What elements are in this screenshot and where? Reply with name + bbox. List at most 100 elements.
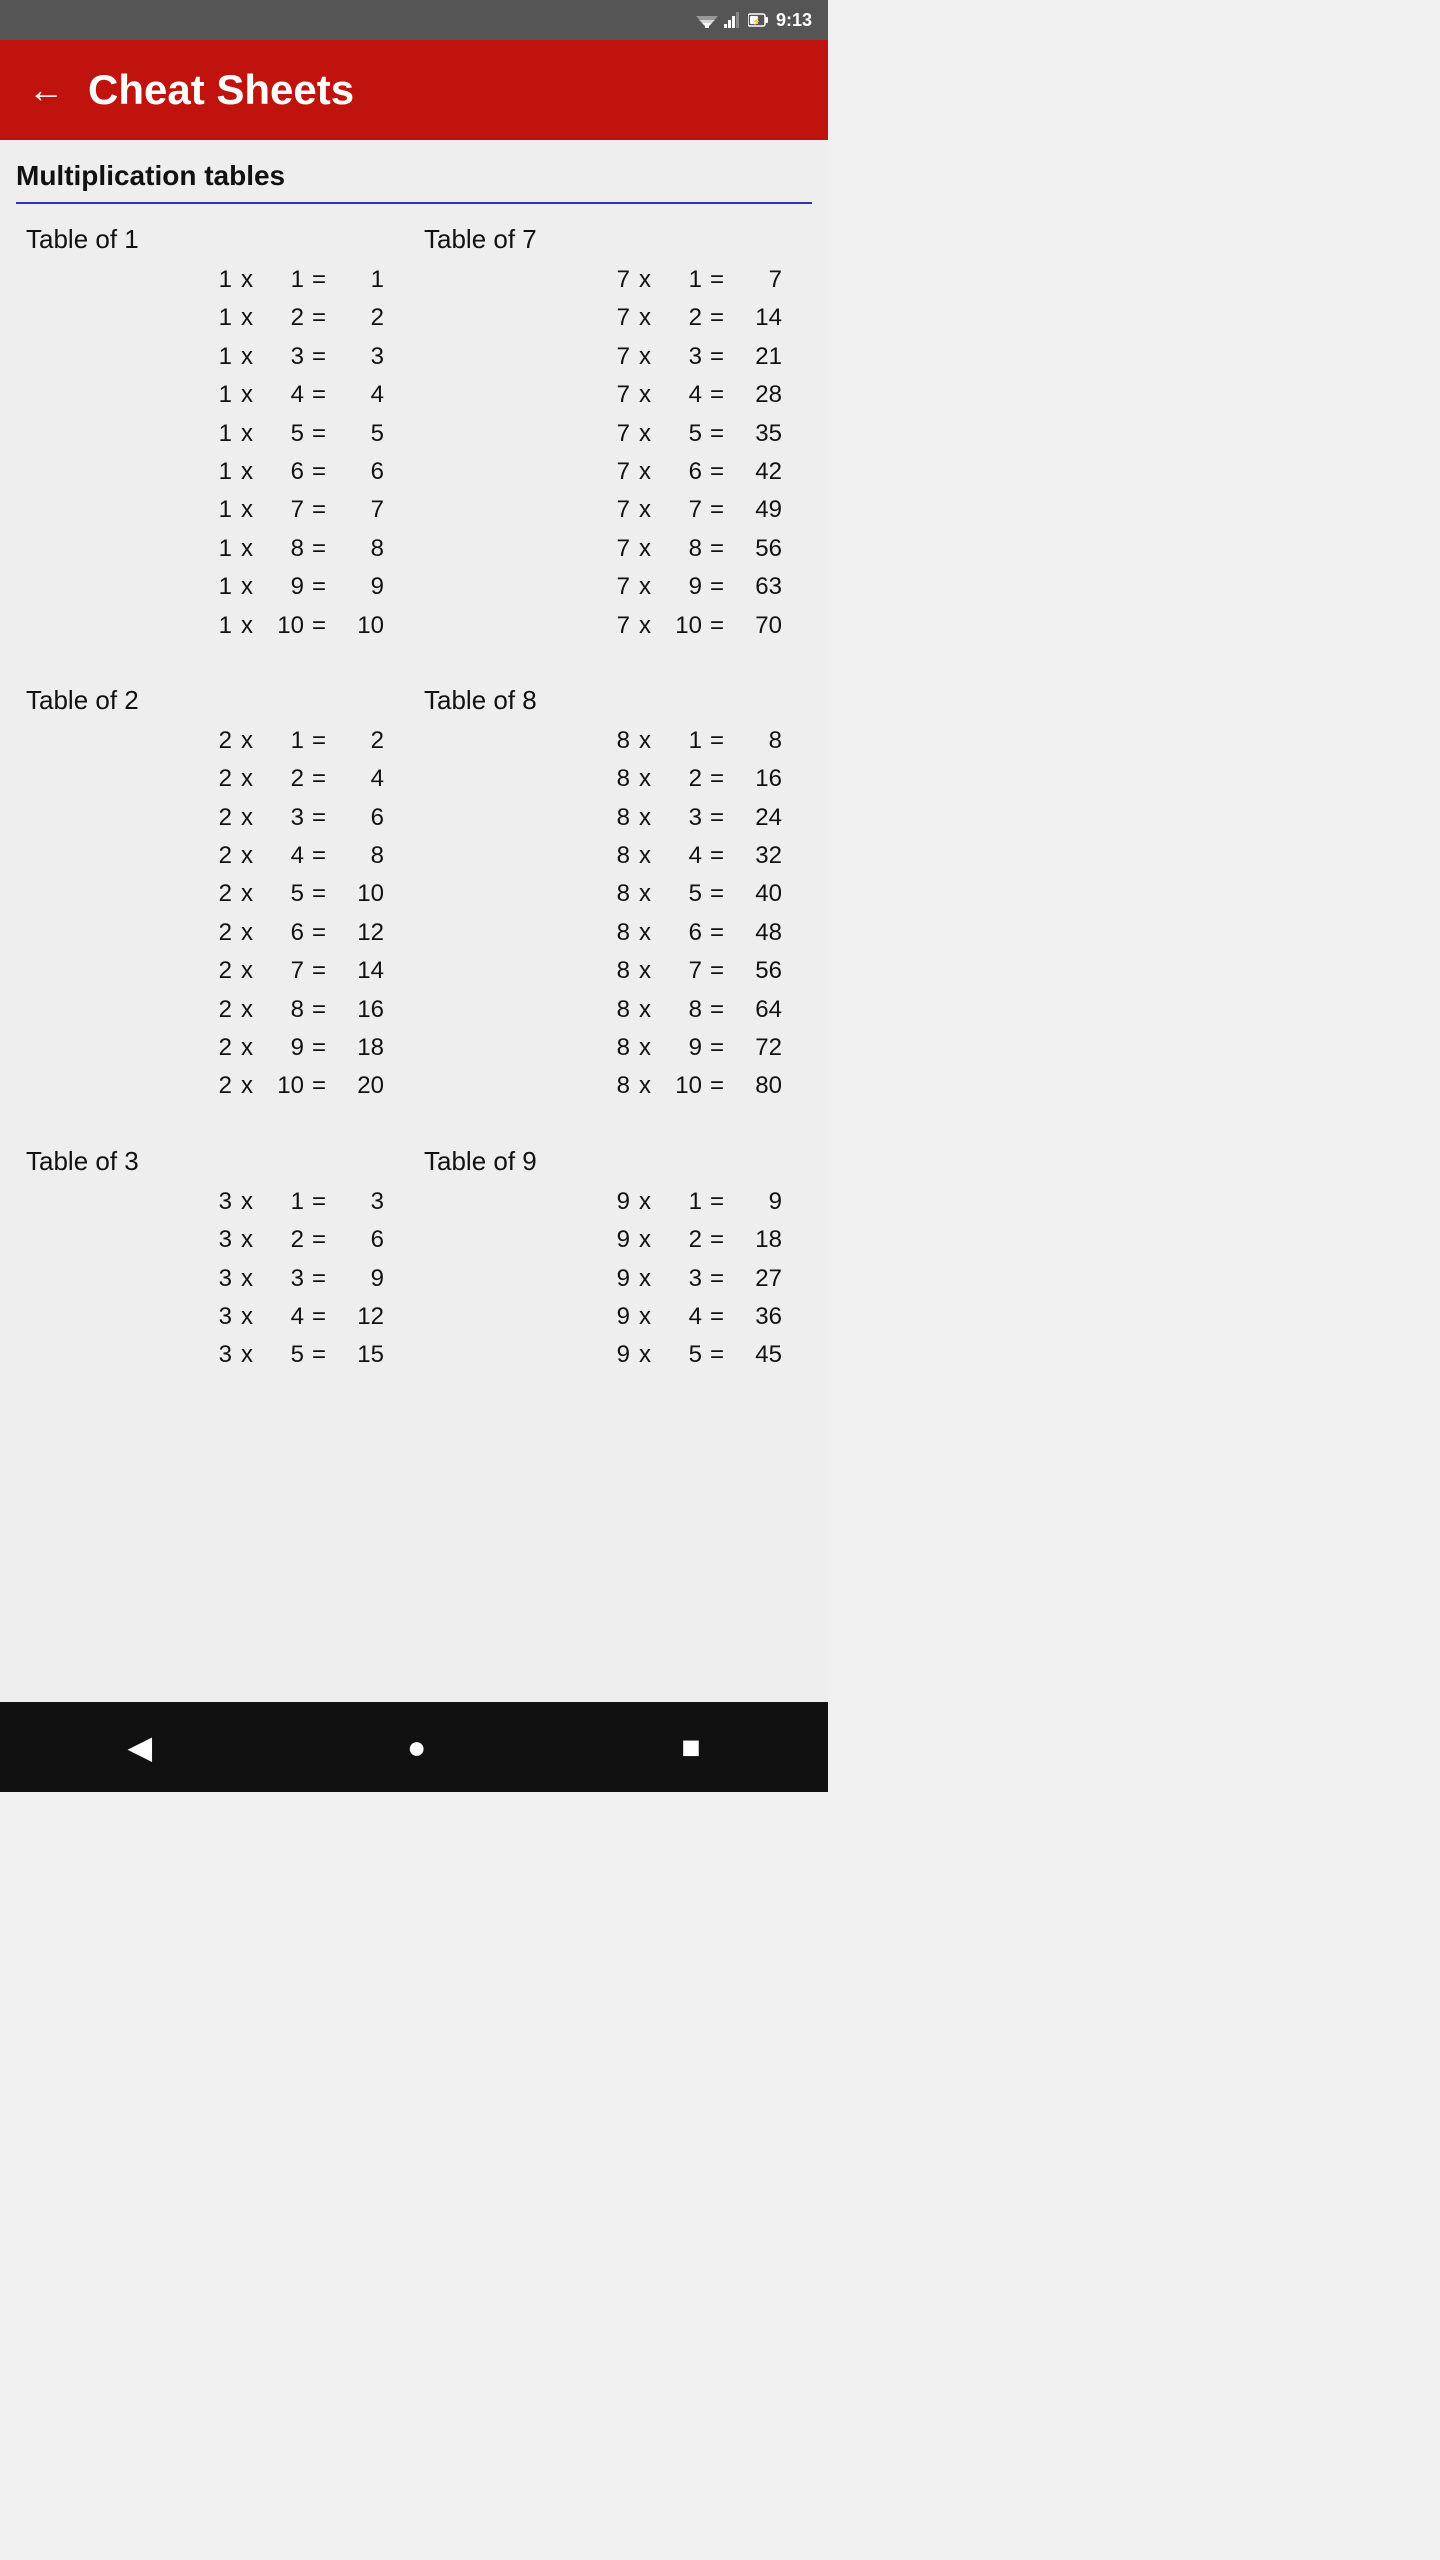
result-value: 3 [334,338,384,376]
mult-row: 8 x 7 = 56 [424,952,802,990]
equals-operator: = [702,376,732,414]
operand-2: 7 [262,952,304,990]
table-pair: Table of 2 2 x 1 = 2 2 x 2 = 4 2 x 3 = [16,685,812,1106]
equals-operator: = [702,722,732,760]
operand-2: 3 [660,338,702,376]
times-operator: x [630,799,660,837]
mult-table-left: Table of 1 1 x 1 = 1 1 x 2 = 2 1 x 3 = [16,224,414,645]
signal-icon [724,12,742,28]
operand-1: 1 [196,607,232,645]
mult-row: 1 x 5 = 5 [26,415,404,453]
mult-table-left: Table of 2 2 x 1 = 2 2 x 2 = 4 2 x 3 = [16,685,414,1106]
equals-operator: = [702,530,732,568]
operand-2: 1 [262,722,304,760]
times-operator: x [630,453,660,491]
nav-bar: ◀ ● ■ [0,1702,828,1792]
operand-2: 5 [262,1336,304,1374]
operand-1: 8 [594,1067,630,1105]
times-operator: x [630,1260,660,1298]
mult-row: 9 x 1 = 9 [424,1183,802,1221]
operand-2: 5 [262,415,304,453]
mult-row: 9 x 2 = 18 [424,1221,802,1259]
table-title: Table of 2 [26,685,404,716]
operand-2: 9 [660,1029,702,1067]
operand-1: 7 [594,607,630,645]
mult-row: 1 x 3 = 3 [26,338,404,376]
operand-1: 1 [196,299,232,337]
operand-2: 5 [660,1336,702,1374]
mult-row: 7 x 5 = 35 [424,415,802,453]
equals-operator: = [304,1221,334,1259]
mult-table-left: Table of 3 3 x 1 = 3 3 x 2 = 6 3 x 3 = [16,1146,414,1375]
nav-recent-button[interactable]: ■ [681,1729,700,1766]
times-operator: x [232,453,262,491]
equals-operator: = [702,261,732,299]
operand-2: 2 [660,299,702,337]
operand-2: 8 [262,991,304,1029]
times-operator: x [630,1221,660,1259]
tables-grid: Table of 1 1 x 1 = 1 1 x 2 = 2 1 x 3 = [16,224,812,1415]
operand-1: 2 [196,875,232,913]
mult-row: 2 x 4 = 8 [26,837,404,875]
operand-1: 1 [196,338,232,376]
result-value: 45 [732,1336,782,1374]
result-value: 64 [732,991,782,1029]
equals-operator: = [304,376,334,414]
result-value: 8 [334,837,384,875]
equals-operator: = [702,453,732,491]
mult-row: 3 x 4 = 12 [26,1298,404,1336]
times-operator: x [232,491,262,529]
equals-operator: = [702,1336,732,1374]
result-value: 9 [732,1183,782,1221]
times-operator: x [232,1336,262,1374]
mult-row: 9 x 3 = 27 [424,1260,802,1298]
equals-operator: = [702,1183,732,1221]
operand-1: 1 [196,530,232,568]
mult-row: 7 x 3 = 21 [424,338,802,376]
equals-operator: = [702,1298,732,1336]
nav-home-button[interactable]: ● [407,1729,426,1766]
times-operator: x [232,607,262,645]
equals-operator: = [702,914,732,952]
times-operator: x [232,530,262,568]
result-value: 10 [334,875,384,913]
app-bar: ← Cheat Sheets [0,40,828,140]
mult-row: 7 x 1 = 7 [424,261,802,299]
operand-2: 1 [660,722,702,760]
equals-operator: = [702,1260,732,1298]
equals-operator: = [702,1221,732,1259]
operand-2: 8 [262,530,304,568]
result-value: 9 [334,1260,384,1298]
mult-row: 1 x 7 = 7 [26,491,404,529]
equals-operator: = [304,760,334,798]
operand-2: 8 [660,991,702,1029]
equals-operator: = [702,299,732,337]
times-operator: x [630,952,660,990]
mult-row: 3 x 3 = 9 [26,1260,404,1298]
times-operator: x [232,914,262,952]
operand-2: 7 [660,491,702,529]
times-operator: x [630,837,660,875]
result-value: 42 [732,453,782,491]
equals-operator: = [304,338,334,376]
mult-row: 7 x 4 = 28 [424,376,802,414]
mult-row: 1 x 6 = 6 [26,453,404,491]
wifi-icon [696,12,718,28]
times-operator: x [630,1067,660,1105]
result-value: 48 [732,914,782,952]
times-operator: x [232,338,262,376]
mult-row: 7 x 8 = 56 [424,530,802,568]
operand-1: 7 [594,376,630,414]
operand-2: 5 [660,415,702,453]
operand-2: 8 [660,530,702,568]
equals-operator: = [304,799,334,837]
times-operator: x [630,1298,660,1336]
operand-2: 10 [660,607,702,645]
result-value: 2 [334,299,384,337]
back-button[interactable]: ← [28,72,64,108]
operand-1: 8 [594,875,630,913]
equals-operator: = [304,607,334,645]
operand-2: 9 [660,568,702,606]
nav-back-button[interactable]: ◀ [127,1728,152,1766]
mult-row: 3 x 5 = 15 [26,1336,404,1374]
